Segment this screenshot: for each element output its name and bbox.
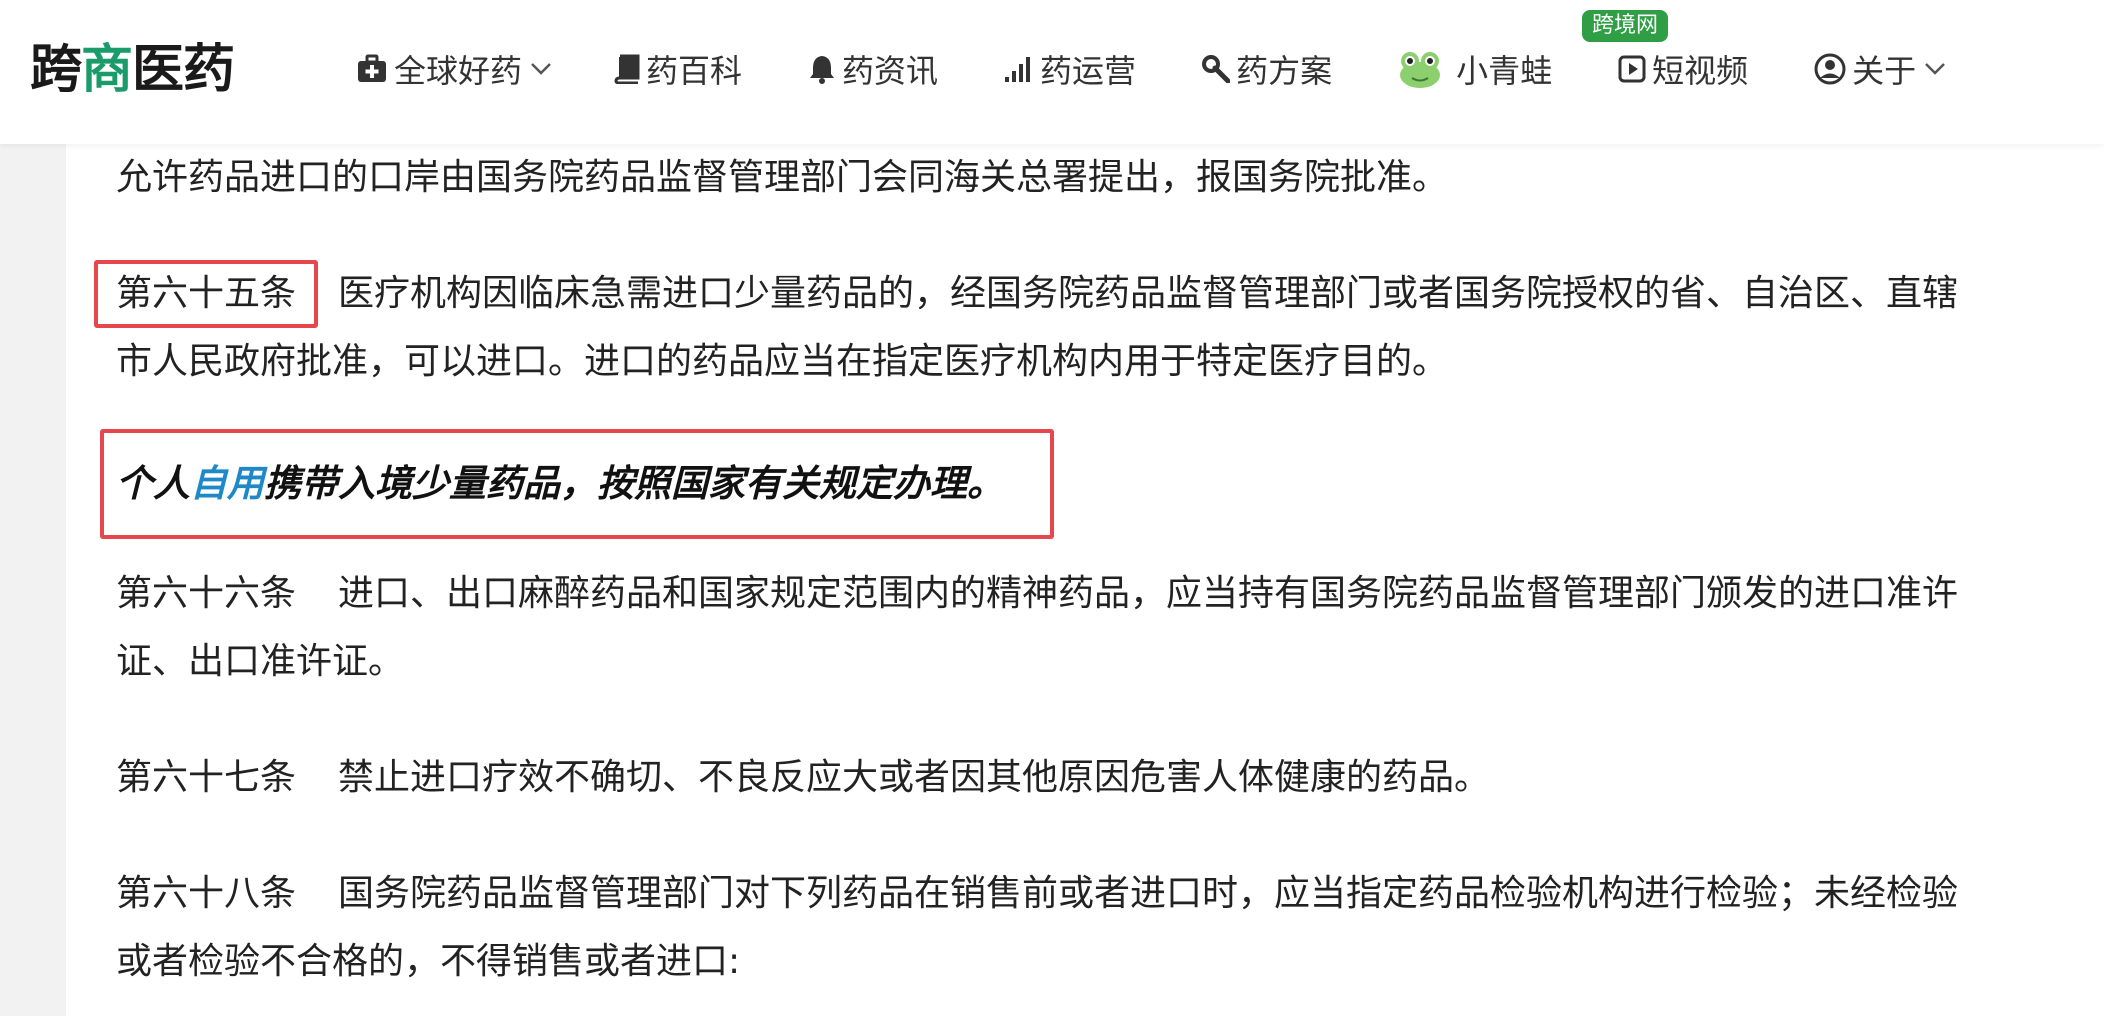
bell-icon — [808, 54, 836, 84]
article-65-line1: 医疗机构因临床急需进口少量药品的，经国务院药品监督管理部门或者国务院授权的省、自… — [338, 273, 1959, 314]
article-content: 允许药品进口的口岸由国务院药品监督管理部门会同海关总署提出，报国务院批准。 第六… — [66, 144, 2104, 1016]
medkit-icon — [356, 54, 388, 84]
paragraph-article-68: 第六十八条 国务院药品监督管理部门对下列药品在销售前或者进口时，应当指定药品检验机… — [116, 873, 1959, 914]
paragraph-article-65: 第六十五条 医疗机构因临床急需进口少量药品的，经国务院药品监督管理部门或者国务院授… — [116, 260, 2076, 328]
nav-drug-wiki[interactable]: 药百科 — [614, 46, 742, 92]
nav-drug-news[interactable]: 药资讯 — [808, 46, 938, 92]
nav-drug-operations[interactable]: 药运营 — [1004, 46, 1136, 92]
site-logo[interactable]: 跨商医药 — [30, 30, 235, 110]
paragraph-personal-use: 个人自用携带入境少量药品，按照国家有关规定办理。 — [116, 462, 1004, 505]
chevron-down-icon — [530, 62, 552, 76]
article-65-line2: 市人民政府批准，可以进口。进口的药品应当在指定医疗机构内用于特定医疗目的。 — [116, 341, 1449, 382]
paragraph-ports: 允许药品进口的口岸由国务院药品监督管理部门会同海关总署提出，报国务院批准。 — [116, 157, 1449, 198]
article-65-label: 第六十五条 — [116, 273, 297, 314]
new-badge: 跨境网 — [1582, 10, 1669, 42]
play-square-icon — [1618, 55, 1646, 83]
nav-about[interactable]: 关于 — [1814, 46, 1946, 92]
paragraph-article-66: 第六十六条 进口、出口麻醉药品和国家规定范围内的精神药品，应当持有国务院药品监督管… — [116, 573, 1959, 614]
site-header: 跨商医药 跨境网 全球好药 药百科 药资讯 药运营 药方案 小青蛙 短视频 关于 — [0, 0, 2104, 144]
nav-drug-solutions[interactable]: 药方案 — [1202, 46, 1332, 92]
signal-bars-icon — [1004, 55, 1034, 83]
wrench-icon — [1202, 55, 1231, 83]
article-66-line2: 证、出口准许证。 — [116, 641, 405, 682]
user-circle-icon — [1814, 53, 1846, 85]
nav-global-drugs[interactable]: 全球好药 — [356, 46, 552, 92]
main-nav: 全球好药 药百科 药资讯 药运营 药方案 小青蛙 短视频 关于 — [356, 44, 1946, 94]
personal-use-link[interactable]: 自用 — [190, 462, 264, 505]
paragraph-article-67: 第六十七条 禁止进口疗效不确切、不良反应大或者因其他原因危害人体健康的药品。 — [116, 757, 1491, 798]
nav-little-frog[interactable]: 小青蛙 — [1398, 46, 1552, 92]
article-68-line2: 或者检验不合格的，不得销售或者进口: — [116, 941, 741, 982]
logo-text: 跨商医药 — [30, 40, 235, 100]
nav-short-video[interactable]: 短视频 — [1618, 46, 1748, 92]
chevron-down-icon — [1924, 62, 1946, 76]
book-icon — [614, 54, 640, 84]
frog-avatar-icon — [1398, 49, 1442, 89]
